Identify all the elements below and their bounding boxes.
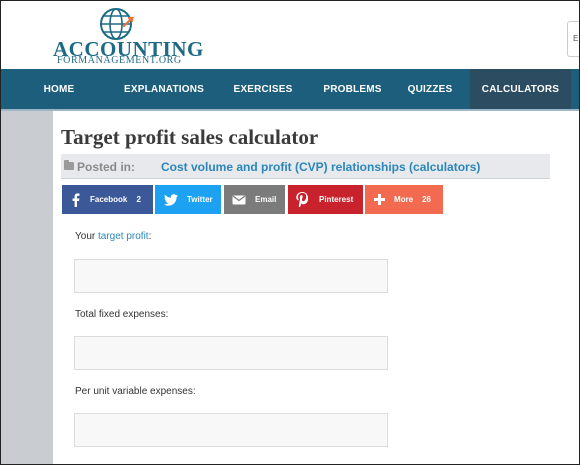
- nav-filler: [571, 69, 579, 109]
- nav-home[interactable]: HOME: [1, 69, 117, 109]
- share-email-button[interactable]: Email: [224, 185, 285, 214]
- share-more-button[interactable]: More 26: [365, 185, 443, 214]
- share-more-count: 26: [422, 195, 431, 204]
- target-profit-input[interactable]: [74, 259, 388, 293]
- target-profit-link[interactable]: target profit: [98, 231, 149, 242]
- share-pinterest-button[interactable]: Pinterest: [288, 185, 363, 214]
- share-twitter-label: Twitter: [187, 195, 213, 204]
- facebook-icon: [71, 192, 80, 207]
- share-twitter-button[interactable]: Twitter: [155, 185, 221, 214]
- page-title: Target profit sales calculator: [61, 125, 319, 149]
- share-pinterest-label: Pinterest: [319, 195, 354, 204]
- plus-icon: [374, 194, 385, 205]
- share-email-label: Email: [255, 195, 277, 204]
- posted-in-bar: Posted in: Cost volume and profit (CVP) …: [61, 154, 550, 179]
- target-profit-suffix: :: [148, 231, 152, 242]
- share-more-label: More: [394, 195, 414, 204]
- envelope-icon: [232, 195, 246, 205]
- share-facebook-button[interactable]: Facebook 2: [62, 185, 153, 214]
- site-logo-subtitle: FORMANAGEMENT.ORG: [57, 55, 182, 66]
- main-nav: HOME EXPLANATIONS EXERCISES PROBLEMS QUI…: [1, 69, 579, 109]
- nav-quizzes[interactable]: QUIZZES: [390, 69, 470, 109]
- fixed-expenses-label: Total fixed expenses:: [75, 309, 169, 320]
- fixed-expenses-input[interactable]: [74, 336, 388, 370]
- nav-problems[interactable]: PROBLEMS: [315, 69, 390, 109]
- twitter-icon: [164, 193, 178, 206]
- category-link[interactable]: Cost volume and profit (CVP) relationshi…: [161, 160, 480, 174]
- browser-viewport: ACCOUNTING FORMANAGEMENT.ORG E HOME EXPL…: [0, 0, 580, 465]
- target-profit-label: Your target profit:: [75, 231, 151, 242]
- share-facebook-count: 2: [136, 195, 141, 204]
- variable-expenses-label: Per unit variable expenses:: [75, 386, 196, 397]
- folder-icon: [64, 160, 74, 170]
- nav-calculators[interactable]: CALCULATORS: [470, 69, 571, 109]
- pinterest-icon: [296, 192, 308, 207]
- posted-in-label: Posted in:: [77, 160, 136, 174]
- site-header: ACCOUNTING FORMANAGEMENT.ORG E: [1, 1, 579, 69]
- left-sidebar: [1, 111, 53, 464]
- nav-exercises[interactable]: EXERCISES: [211, 69, 315, 109]
- variable-expenses-input[interactable]: [74, 413, 388, 447]
- share-facebook-label: Facebook: [90, 195, 128, 204]
- nav-explanations[interactable]: EXPLANATIONS: [117, 69, 211, 109]
- search-box-edge[interactable]: E: [567, 21, 579, 57]
- target-profit-prefix: Your: [75, 231, 96, 242]
